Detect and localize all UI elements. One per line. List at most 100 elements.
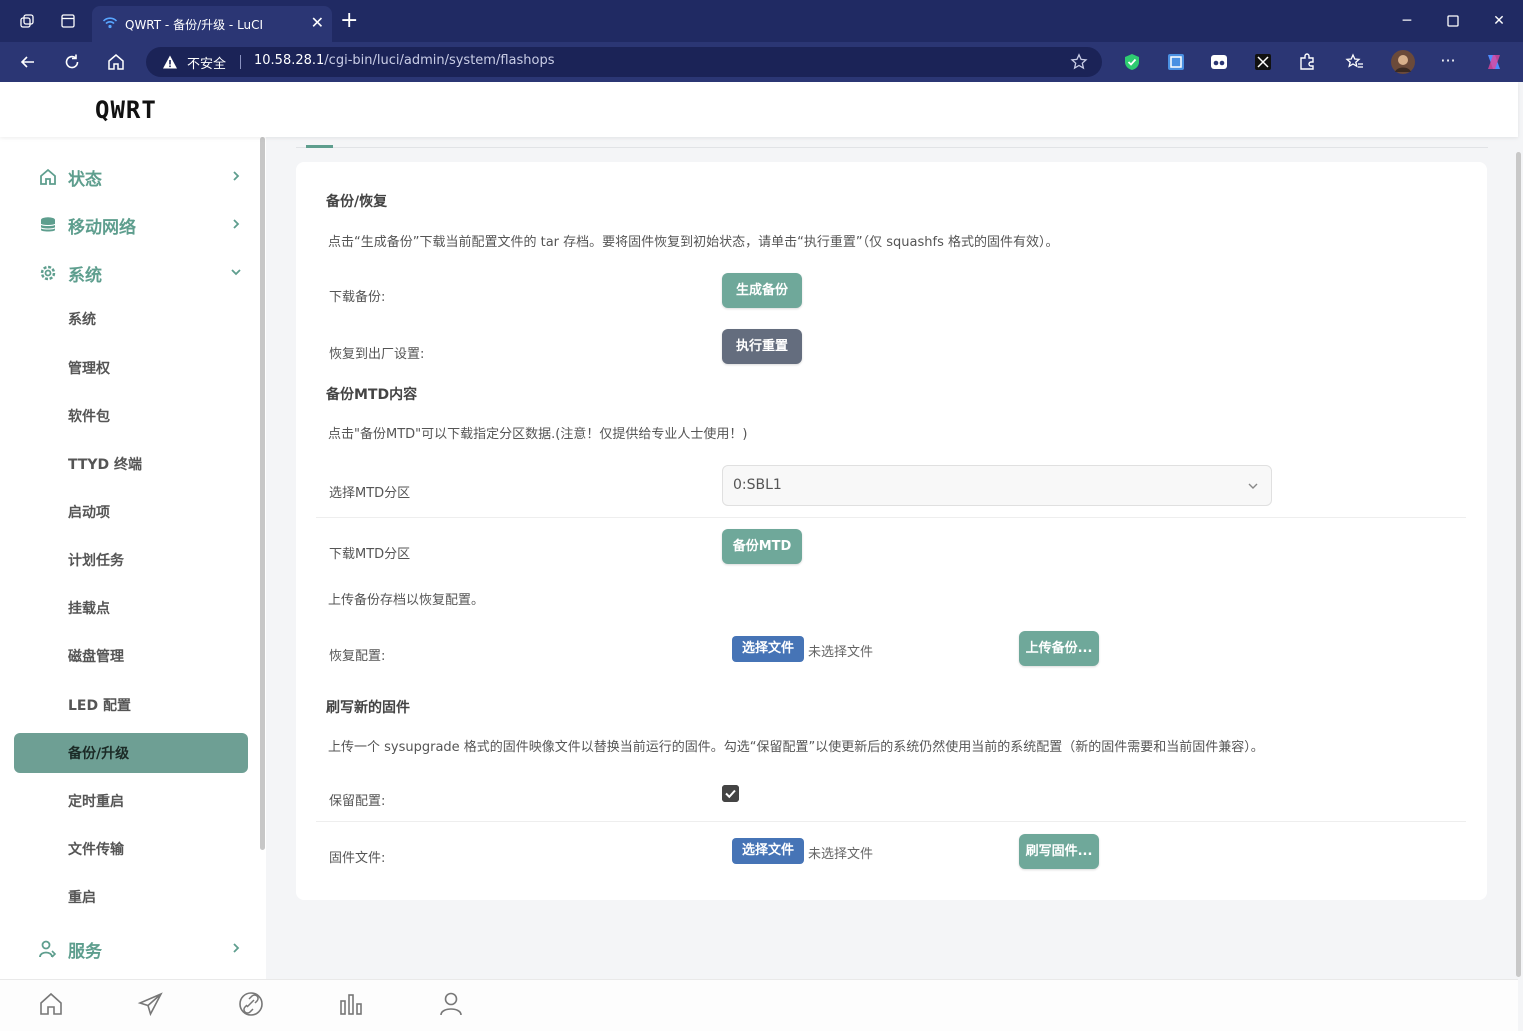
mtd-partition-value: 0:SBL1 xyxy=(733,477,782,493)
window-close-icon[interactable]: ✕ xyxy=(1490,12,1508,30)
sidebar-subitem-crontab[interactable]: 计划任务 xyxy=(14,540,248,580)
chevron-right-icon xyxy=(233,219,240,229)
link-icon[interactable] xyxy=(237,990,265,1018)
sidebar-item-system[interactable]: 系统 xyxy=(38,261,248,286)
mtd-partition-label: 选择MTD分区 xyxy=(329,486,411,501)
mtd-download-label: 下载MTD分区 xyxy=(329,547,411,562)
database-icon xyxy=(40,217,56,232)
sidebar: 状态 移动网络 系统 系统 管理权 软件包 TTYD 终端 启动项 计划任务 挂… xyxy=(0,137,266,979)
tab-strip xyxy=(296,147,1488,148)
backup-description: 点击“生成备份”下载当前配置文件的 tar 存档。要将固件恢复到初始状态，请单击… xyxy=(328,235,1059,250)
workspaces-icon[interactable] xyxy=(19,13,35,29)
chevron-down-icon xyxy=(1248,483,1258,489)
url-text[interactable]: 10.58.28.1/cgi-bin/luci/admin/system/fla… xyxy=(254,53,555,68)
home-icon[interactable] xyxy=(106,52,126,72)
sidebar-item-label: 状态 xyxy=(68,170,102,190)
choose-backup-file-button[interactable]: 选择文件 xyxy=(732,636,804,662)
mtd-description: 点击"备份MTD"可以下载指定分区数据.(注意！仅提供给专业人士使用！) xyxy=(328,427,748,442)
section-title-mtd: 备份MTD内容 xyxy=(326,387,418,403)
sidebar-item-label: 移动网络 xyxy=(68,218,136,238)
row-divider xyxy=(316,517,1466,518)
home-icon xyxy=(40,168,56,185)
warning-icon[interactable] xyxy=(162,54,178,70)
favorites-icon[interactable] xyxy=(1345,52,1365,72)
favorite-star-icon[interactable] xyxy=(1070,53,1088,71)
page-header: QWRT xyxy=(0,82,1518,137)
maximize-icon[interactable] xyxy=(1444,12,1462,30)
chevron-right-icon xyxy=(233,171,240,181)
sidebar-subitem-flashops[interactable]: 备份/升级 xyxy=(14,733,248,773)
flash-description: 上传一个 sysupgrade 格式的固件映像文件以替换当前运行的固件。勾选“保… xyxy=(328,740,1264,755)
gear-icon xyxy=(40,265,56,281)
user-icon xyxy=(39,940,57,958)
extension-scissors-icon[interactable] xyxy=(1253,52,1273,72)
browser-toolbar: 不安全 10.58.28.1/cgi-bin/luci/admin/system… xyxy=(0,42,1523,82)
sidebar-subitem-system[interactable]: 系统 xyxy=(14,299,248,339)
close-tab-icon[interactable]: ✕ xyxy=(311,13,324,33)
tab-title: QWRT - 备份/升级 - LuCI xyxy=(125,18,264,32)
sidebar-item-status[interactable]: 状态 xyxy=(38,165,248,190)
row-divider xyxy=(316,821,1466,822)
url-separator xyxy=(240,55,241,69)
refresh-icon[interactable] xyxy=(62,52,82,72)
extension-blue-icon[interactable] xyxy=(1166,52,1186,72)
section-title-backup: 备份/恢复 xyxy=(326,194,388,210)
sidebar-subitem-mounts[interactable]: 挂载点 xyxy=(14,588,248,628)
generate-backup-button[interactable]: 生成备份 xyxy=(722,273,802,308)
backup-mtd-button[interactable]: 备份MTD xyxy=(722,529,802,564)
browser-tab[interactable]: QWRT - 备份/升级 - LuCI ✕ xyxy=(92,6,332,42)
bottom-nav xyxy=(0,979,1518,1031)
brand-logo[interactable]: QWRT xyxy=(95,96,157,124)
user-icon[interactable] xyxy=(437,990,465,1018)
page-scrollbar[interactable] xyxy=(1516,152,1521,977)
sidebar-item-services[interactable]: 服务 xyxy=(38,937,248,962)
security-label[interactable]: 不安全 xyxy=(187,53,226,72)
browser-titlebar: QWRT - 备份/升级 - LuCI ✕ + ─ ✕ xyxy=(0,0,1523,42)
new-tab-icon[interactable]: + xyxy=(340,10,358,32)
no-firmware-file-text: 未选择文件 xyxy=(808,847,874,862)
sidebar-scrollbar[interactable] xyxy=(260,137,265,850)
extension-glasses-icon[interactable] xyxy=(1209,52,1229,72)
firmware-file-label: 固件文件: xyxy=(329,851,386,866)
profile-avatar[interactable] xyxy=(1391,50,1415,74)
sidebar-subitem-led[interactable]: LED 配置 xyxy=(14,685,248,725)
home-icon[interactable] xyxy=(37,990,65,1018)
tab-actions-icon[interactable] xyxy=(60,13,76,29)
keep-settings-checkbox[interactable] xyxy=(722,785,739,802)
sidebar-subitem-file-transfer[interactable]: 文件传输 xyxy=(14,829,248,869)
sidebar-subitem-disk[interactable]: 磁盘管理 xyxy=(14,636,248,676)
sidebar-subitem-admin[interactable]: 管理权 xyxy=(14,348,248,388)
choose-firmware-file-button[interactable]: 选择文件 xyxy=(732,838,804,864)
upload-backup-button[interactable]: 上传备份... xyxy=(1019,631,1099,666)
sidebar-subitem-packages[interactable]: 软件包 xyxy=(14,396,248,436)
chevron-right-icon xyxy=(233,943,240,953)
chart-icon[interactable] xyxy=(337,990,365,1018)
sidebar-item-mobile-network[interactable]: 移动网络 xyxy=(38,213,248,238)
address-bar[interactable]: 不安全 10.58.28.1/cgi-bin/luci/admin/system… xyxy=(146,47,1102,77)
flash-firmware-button[interactable]: 刷写固件... xyxy=(1019,834,1099,869)
sidebar-item-label: 服务 xyxy=(68,942,102,962)
keep-settings-label: 保留配置: xyxy=(329,794,386,809)
wifi-icon xyxy=(102,17,118,29)
sidebar-subitem-timed-reboot[interactable]: 定时重启 xyxy=(14,781,248,821)
mtd-partition-select[interactable]: 0:SBL1 xyxy=(722,465,1272,506)
chevron-down-icon xyxy=(231,269,241,276)
flashops-card: 备份/恢复 点击“生成备份”下载当前配置文件的 tar 存档。要将固件恢复到初始… xyxy=(296,162,1487,900)
shield-extension-icon[interactable] xyxy=(1122,52,1142,72)
minimize-icon[interactable]: ─ xyxy=(1398,12,1416,30)
back-icon[interactable] xyxy=(18,52,38,72)
copilot-icon[interactable] xyxy=(1484,52,1504,72)
factory-reset-label: 恢复到出厂设置: xyxy=(329,347,425,362)
no-backup-file-text: 未选择文件 xyxy=(808,645,874,660)
restore-config-label: 恢复配置: xyxy=(329,649,386,664)
restore-description: 上传备份存档以恢复配置。 xyxy=(328,593,485,608)
more-options-icon[interactable]: ··· xyxy=(1438,52,1458,72)
sidebar-subitem-startup[interactable]: 启动项 xyxy=(14,492,248,532)
luci-page: QWRT 状态 移动网络 系统 系统 管理权 软件包 TTYD 终端 启动项 计… xyxy=(0,82,1523,1031)
tab-active-indicator[interactable] xyxy=(306,145,333,148)
factory-reset-button[interactable]: 执行重置 xyxy=(722,329,802,364)
send-icon[interactable] xyxy=(137,990,165,1018)
sidebar-subitem-ttyd[interactable]: TTYD 终端 xyxy=(14,444,248,484)
extensions-puzzle-icon[interactable] xyxy=(1297,52,1317,72)
sidebar-subitem-reboot[interactable]: 重启 xyxy=(14,877,248,917)
